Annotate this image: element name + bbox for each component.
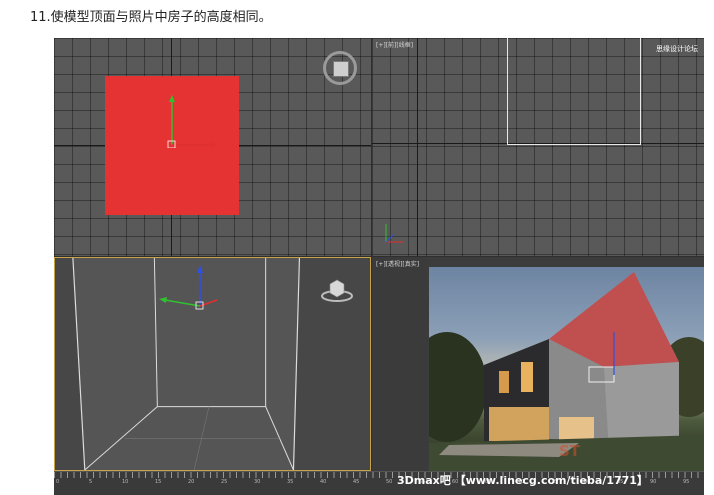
site-watermark: ST	[559, 442, 581, 460]
ruler-tick-label: 15	[155, 479, 162, 485]
move-gizmo-icon[interactable]	[155, 262, 225, 312]
ruler-tick-label: 5	[89, 479, 93, 485]
ruler-tick-label: 95	[683, 479, 690, 485]
ruler-tick-label: 20	[188, 479, 195, 485]
viewcube-icon[interactable]	[323, 51, 357, 85]
ruler-tick-label: 10	[122, 479, 129, 485]
instruction-text: 11.使模型顶面与照片中房子的高度相同。	[30, 10, 272, 25]
ruler-tick-label: 25	[221, 479, 228, 485]
move-gizmo-icon[interactable]	[162, 93, 222, 148]
ruler-tick-label: 30	[254, 479, 261, 485]
forum-watermark-text: 思缘设计论坛	[656, 45, 698, 53]
viewcube-icon[interactable]	[320, 276, 354, 304]
ruler-tick-label: 40	[320, 479, 327, 485]
credit-text: 3Dmax吧 【www.linecg.com/tieba/1771】	[397, 474, 648, 487]
viewport-front[interactable]: [+][前][线框] 思缘设计论坛	[372, 38, 704, 256]
ruler-tick-label: 50	[386, 479, 393, 485]
ruler-tick-label: 35	[287, 479, 294, 485]
viewport-camera-label: [+][透视][真实]	[376, 261, 420, 268]
3dsmax-viewports: [+][前][线框] 思缘设计论坛 [+][透视][真实] ST 0 5 10 …	[54, 38, 704, 495]
ruler-tick-label: 0	[56, 479, 60, 485]
axis-tripod-icon	[385, 224, 404, 243]
viewport-front-label: [+][前][线框]	[376, 42, 414, 49]
house-photo-illustration	[429, 272, 704, 471]
world-axis-vertical	[417, 38, 418, 256]
viewport-camera-dark-area	[372, 257, 428, 471]
viewport-perspective[interactable]	[54, 257, 371, 471]
viewport-top[interactable]	[54, 38, 371, 256]
house-reference-photo: ST	[429, 267, 704, 471]
box-wireframe-front[interactable]	[507, 38, 641, 145]
viewport-camera[interactable]: [+][透视][真实] ST	[372, 257, 704, 471]
ruler-tick-label: 90	[650, 479, 657, 485]
ruler-tick-label: 45	[353, 479, 360, 485]
